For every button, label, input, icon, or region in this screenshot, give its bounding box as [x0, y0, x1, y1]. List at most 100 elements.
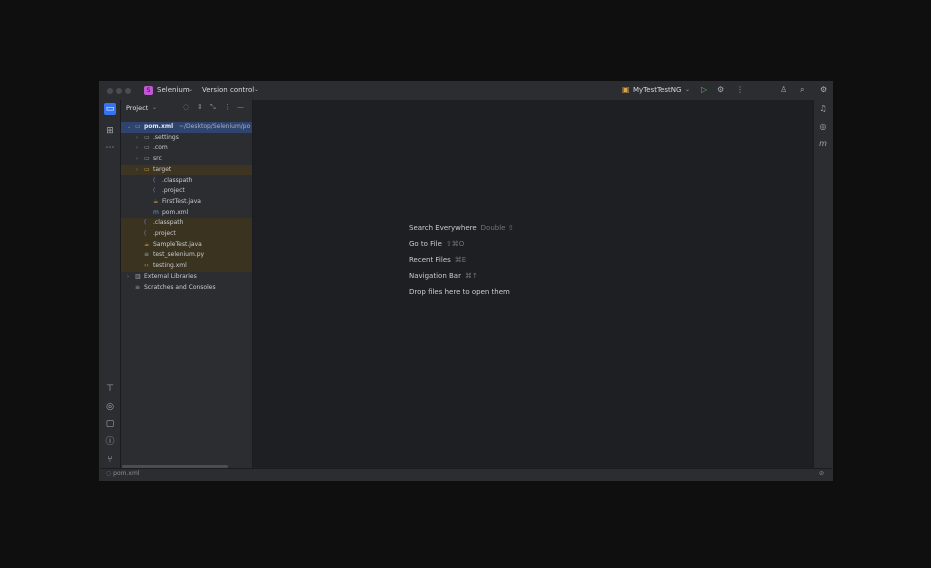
- tree-item-path: ~/Desktop/Selenium/po: [179, 123, 251, 130]
- editor-area[interactable]: Search Everywhere Double ⇧ Go to File ⇧⌘O Re…: [253, 100, 814, 470]
- file-icon: (: [144, 219, 147, 227]
- expand-all-icon[interactable]: ⇕: [197, 103, 203, 111]
- left-tool-bar: ▭ ⊞ ⋯ ⊤ ◎ ▢ ⓘ ⑂: [100, 100, 121, 470]
- file-icon: (: [153, 187, 156, 195]
- chevron-down-icon[interactable]: ⌄: [127, 122, 131, 133]
- terminal-tool-icon[interactable]: ▢: [104, 418, 116, 430]
- tree-item-label: .project: [153, 230, 176, 237]
- editor-hint: Navigation Bar ⌘↑: [409, 272, 478, 280]
- tree-item-label: src: [153, 155, 162, 163]
- chevron-right-icon[interactable]: ›: [136, 154, 138, 165]
- title-bar: S Selenium ⌄ Version control ⌄ ▣ MyTestT…: [100, 82, 832, 101]
- notifications-bell-icon[interactable]: ♫: [817, 103, 829, 115]
- debug-icon[interactable]: ⚙: [717, 85, 724, 94]
- more-actions-icon[interactable]: ⋮: [736, 85, 744, 94]
- services-tool-icon[interactable]: ◎: [104, 401, 116, 413]
- ai-assistant-icon[interactable]: ◎: [817, 121, 829, 133]
- editor-hint: Search Everywhere Double ⇧: [409, 224, 514, 232]
- git-tool-icon[interactable]: ⑂: [104, 454, 116, 466]
- tree-item[interactable]: › ▭ target: [121, 164, 252, 176]
- locate-icon[interactable]: ◌: [183, 103, 189, 111]
- right-tool-bar: ♫ ◎ m: [813, 100, 832, 470]
- tree-item[interactable]: ‹› testing.xml: [121, 261, 252, 272]
- tree-item-label: test_selenium.py: [153, 251, 205, 259]
- tree-item[interactable]: ≡ Scratches and Consoles: [121, 283, 252, 294]
- more-tools-icon[interactable]: ⋯: [104, 142, 116, 154]
- status-breadcrumb[interactable]: ◌ pom.xml: [106, 470, 139, 477]
- maven-tool-icon[interactable]: m: [817, 138, 829, 150]
- run-icon[interactable]: ▷: [701, 85, 707, 94]
- status-widget-icon[interactable]: ⊘: [819, 470, 824, 477]
- tree-item[interactable]: ☕ SampleTest.java: [121, 239, 252, 251]
- tree-item-label: SampleTest.java: [153, 240, 202, 248]
- java-file-icon: ☕: [144, 240, 150, 248]
- tree-item[interactable]: ( .project: [121, 186, 252, 197]
- tree-item[interactable]: ( .classpath: [121, 218, 252, 229]
- chevron-right-icon[interactable]: ›: [127, 272, 129, 283]
- structure-tool-icon[interactable]: ⊞: [104, 125, 116, 137]
- folder-icon: ▭: [144, 155, 150, 163]
- search-icon[interactable]: ⌕: [800, 85, 804, 95]
- tree-item[interactable]: (.project: [121, 229, 252, 240]
- vcs-menu[interactable]: Version control: [202, 86, 254, 94]
- status-bar: ◌ pom.xml ⊘: [100, 468, 832, 480]
- chevron-right-icon[interactable]: ›: [136, 143, 138, 154]
- tree-item-label: pom.xml: [144, 123, 174, 130]
- project-switcher[interactable]: Selenium: [157, 86, 190, 94]
- build-tool-icon[interactable]: ⊤: [104, 383, 116, 395]
- options-icon[interactable]: ⋮: [224, 103, 231, 111]
- editor-hint: Go to File ⇧⌘O: [409, 240, 464, 248]
- tree-item[interactable]: › ▭ .com: [121, 143, 252, 154]
- folder-icon: ▭: [135, 123, 141, 130]
- hint-label: Search Everywhere: [409, 224, 477, 232]
- tree-item[interactable]: ☕ FirstTest.java: [121, 197, 252, 208]
- hint-label: Navigation Bar: [409, 272, 461, 280]
- project-panel-header: Project ⌄ ◌ ⇕ ⤡ ⋮ —: [121, 100, 252, 116]
- tree-item-label: .classpath: [153, 219, 184, 227]
- tree-item[interactable]: ≡ test_selenium.py: [121, 250, 252, 261]
- maven-file-icon: m: [153, 208, 159, 216]
- tree-item-label: .settings: [153, 133, 179, 141]
- run-config-selector[interactable]: MyTestTestNG: [633, 86, 681, 94]
- add-user-icon[interactable]: ♙: [780, 85, 787, 94]
- settings-gear-icon[interactable]: ⚙: [820, 85, 827, 94]
- hide-panel-icon[interactable]: —: [237, 103, 244, 111]
- collapse-all-icon[interactable]: ⤡: [210, 103, 216, 112]
- tree-item-label: testing.xml: [153, 262, 187, 270]
- tree-item[interactable]: m pom.xml: [121, 208, 252, 219]
- tree-item-label: .project: [162, 187, 185, 195]
- tree-item-label: Scratches and Consoles: [144, 283, 216, 291]
- hint-label: Go to File: [409, 240, 442, 248]
- tree-item[interactable]: › ▥ External Libraries: [121, 272, 252, 283]
- problems-tool-icon[interactable]: ⓘ: [104, 436, 116, 448]
- chevron-right-icon[interactable]: ›: [136, 165, 138, 176]
- window-zoom-button[interactable]: [125, 88, 131, 94]
- file-icon: (: [153, 176, 156, 184]
- hint-label: Recent Files: [409, 256, 451, 264]
- tree-item[interactable]: › ▭ .settings: [121, 133, 252, 144]
- tree-item-label: .com: [153, 144, 168, 152]
- tree-item-label: target: [153, 165, 172, 173]
- tree-item-label: pom.xml: [162, 208, 189, 216]
- library-icon: ▥: [135, 272, 141, 280]
- project-panel-title[interactable]: Project: [126, 104, 148, 112]
- project-badge[interactable]: S: [144, 86, 153, 95]
- tree-item[interactable]: (.classpath: [121, 176, 252, 187]
- editor-hint: Recent Files ⌘E: [409, 256, 466, 264]
- chevron-down-icon: ⌄: [685, 86, 691, 93]
- tree-item-label: FirstTest.java: [162, 197, 201, 205]
- status-path: pom.xml: [113, 470, 140, 477]
- scratch-icon: ≡: [135, 283, 141, 291]
- window-minimize-button[interactable]: [116, 88, 122, 94]
- hint-shortcut: ⌘E: [454, 256, 467, 264]
- project-panel: Project ⌄ ◌ ⇕ ⤡ ⋮ — ⌄ ▭ pom.xml ~/Desktop/S…: [121, 100, 253, 470]
- tree-item-label: External Libraries: [144, 272, 197, 280]
- tree-item[interactable]: › ▭ src: [121, 154, 252, 165]
- editor-hint: Drop files here to open them: [409, 288, 510, 296]
- xml-file-icon: ‹›: [144, 262, 149, 270]
- tree-item[interactable]: ⌄ ▭ pom.xml ~/Desktop/Selenium/po: [121, 122, 252, 133]
- hint-shortcut: Double ⇧: [480, 224, 514, 232]
- window-close-button[interactable]: [107, 88, 113, 94]
- project-tool-icon[interactable]: ▭: [104, 103, 116, 115]
- chevron-right-icon[interactable]: ›: [136, 133, 138, 144]
